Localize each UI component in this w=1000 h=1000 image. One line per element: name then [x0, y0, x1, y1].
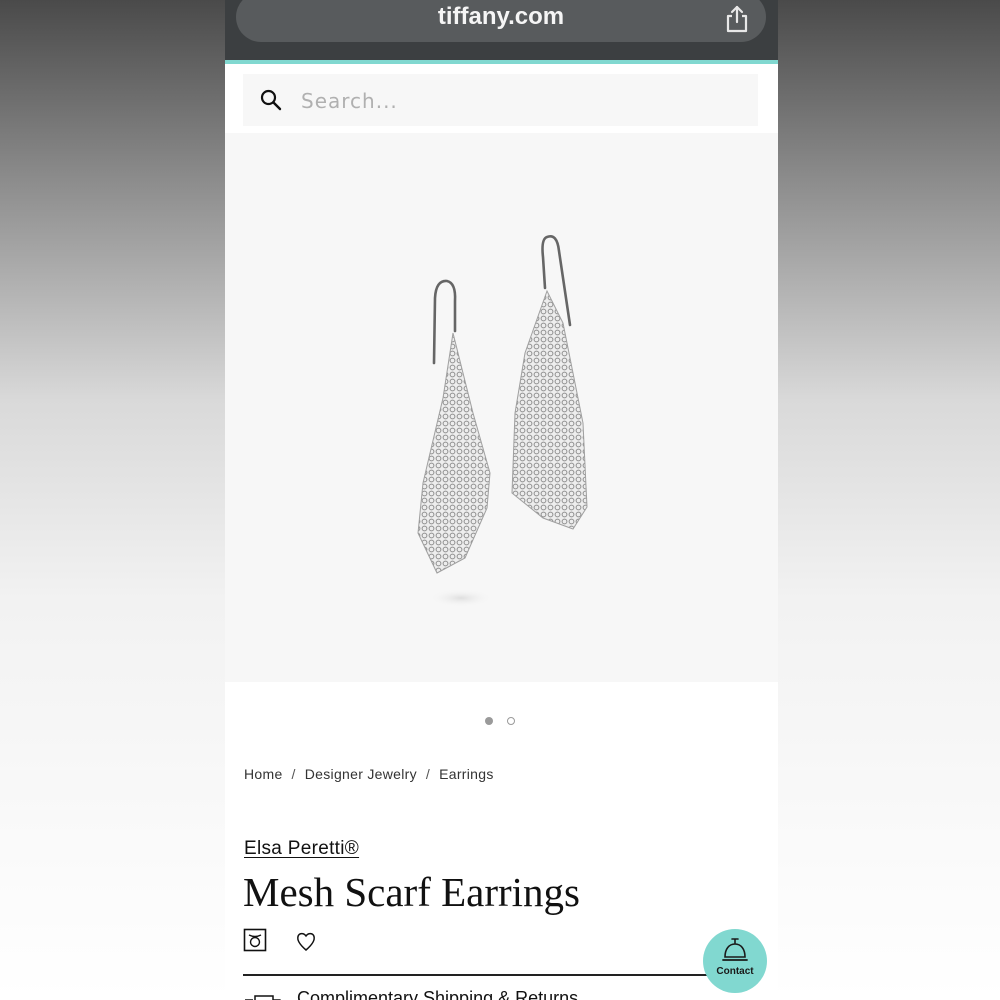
- delivery-truck-icon: [245, 995, 281, 1000]
- search-input[interactable]: [299, 84, 743, 118]
- carousel-dot-1[interactable]: [485, 717, 493, 725]
- url-text[interactable]: tiffany.com: [236, 0, 766, 34]
- browser-chrome: tiffany.com: [225, 0, 778, 60]
- breadcrumb-separator: /: [425, 766, 431, 782]
- breadcrumb-home[interactable]: Home: [244, 766, 283, 782]
- breadcrumb: Home / Designer Jewelry / Earrings: [244, 766, 494, 782]
- heart-icon[interactable]: [295, 929, 317, 953]
- product-title: Mesh Scarf Earrings: [243, 869, 581, 915]
- shipping-label: Complimentary Shipping & Returns: [297, 988, 579, 1000]
- brand-accent-bar: [225, 60, 778, 64]
- shipping-row[interactable]: Complimentary Shipping & Returns: [243, 988, 723, 1000]
- contact-button[interactable]: Contact: [703, 929, 767, 993]
- phone-screen: tiffany.com Search... Home / Designer Je…: [225, 0, 778, 1000]
- carousel-indicator: [485, 717, 525, 727]
- service-bell-icon: [722, 938, 748, 961]
- section-divider: [243, 974, 713, 976]
- share-icon[interactable]: [724, 4, 750, 34]
- product-image[interactable]: [225, 133, 778, 682]
- ring-box-icon[interactable]: [243, 928, 267, 952]
- breadcrumb-earrings[interactable]: Earrings: [439, 766, 494, 782]
- breadcrumb-separator: /: [291, 766, 296, 782]
- search-bar[interactable]: [243, 74, 758, 126]
- breadcrumb-designer-jewelry[interactable]: Designer Jewelry: [305, 766, 417, 782]
- carousel-dot-2[interactable]: [507, 717, 515, 725]
- earrings-photo: [417, 235, 588, 607]
- designer-link[interactable]: Elsa Peretti®: [244, 838, 359, 860]
- address-bar[interactable]: tiffany.com: [236, 0, 766, 42]
- search-icon[interactable]: [259, 88, 283, 112]
- contact-label: Contact: [716, 966, 754, 977]
